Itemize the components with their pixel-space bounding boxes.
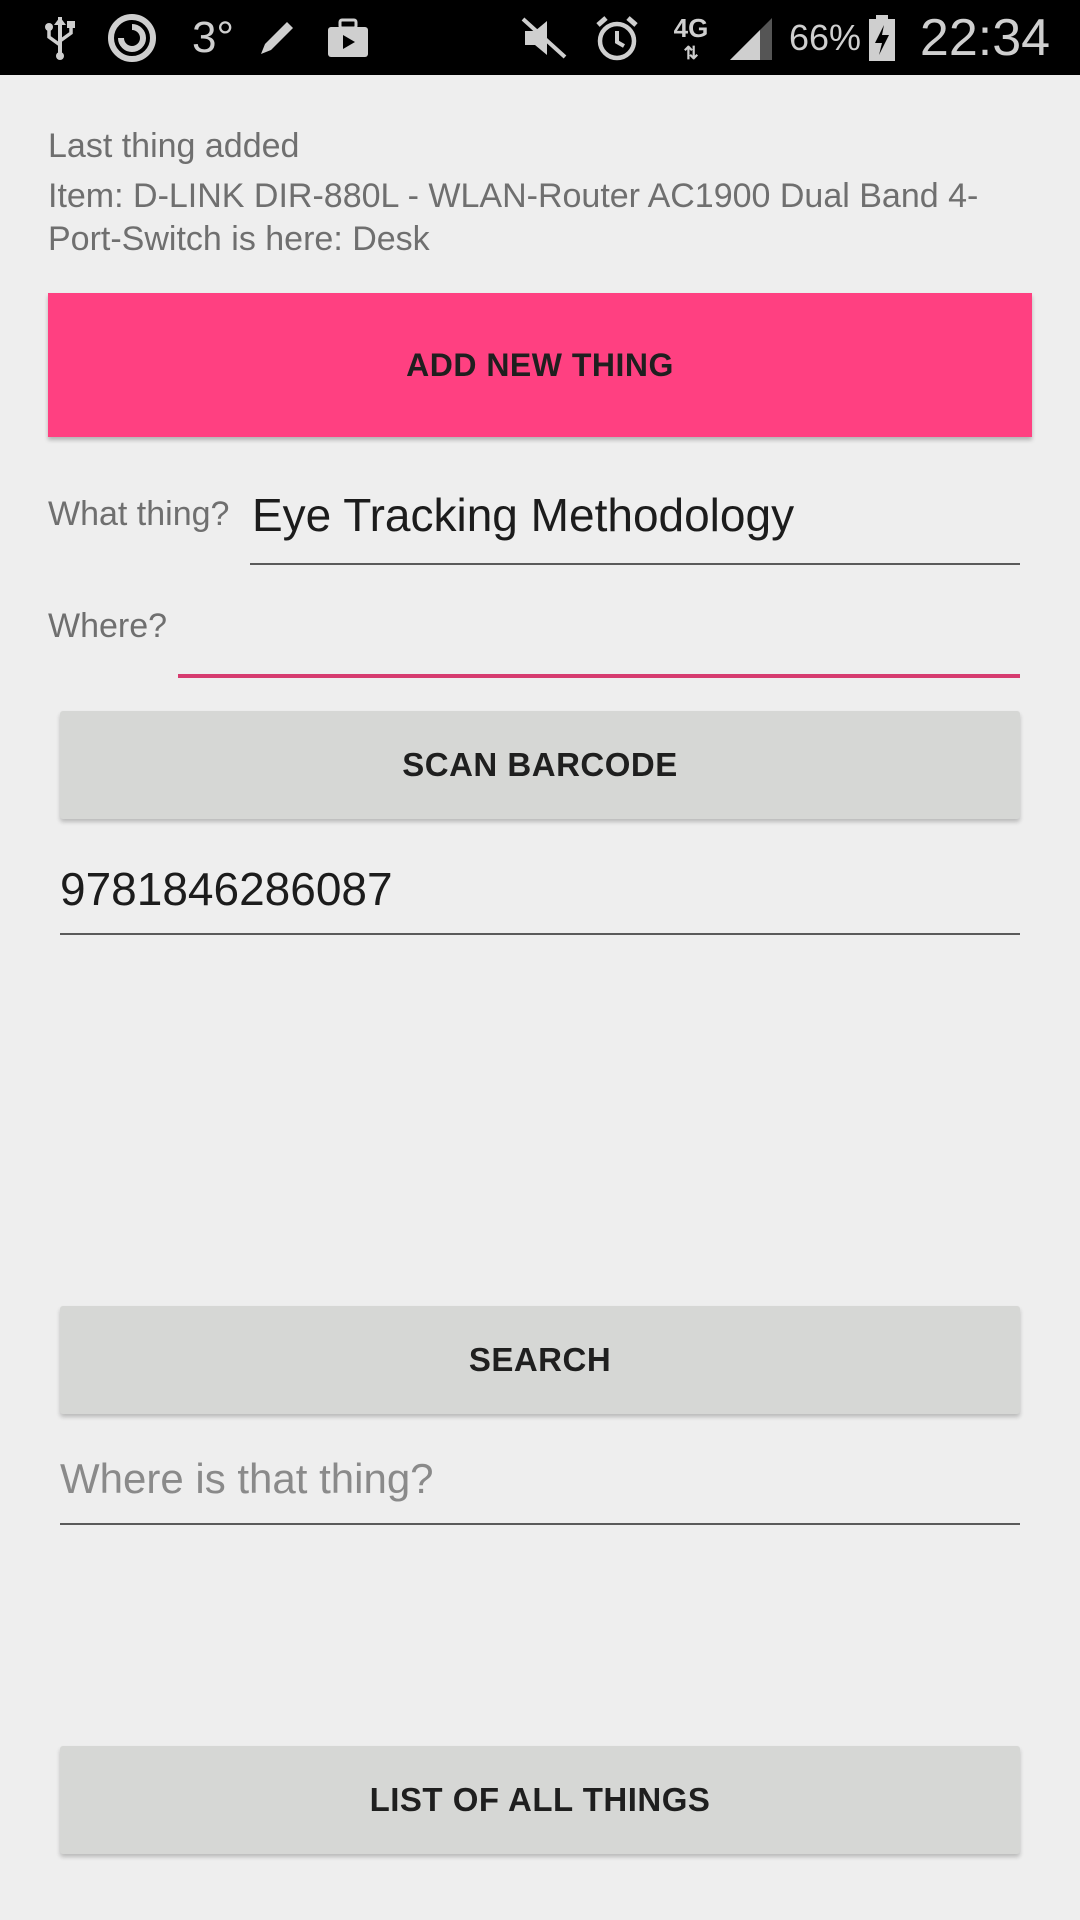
what-thing-input[interactable]: Eye Tracking Methodology (250, 467, 1020, 565)
last-added-heading: Last thing added (48, 127, 300, 165)
status-bar: 3° 4G ⇅ 66% 22:34 (0, 0, 1080, 75)
swirl-icon (106, 0, 158, 75)
network-type-label: 4G ⇅ (668, 0, 714, 75)
scan-barcode-button[interactable]: SCAN BARCODE (60, 711, 1020, 819)
network-type-text: 4G (673, 13, 709, 43)
barcode-input[interactable]: 9781846286087 (60, 845, 1020, 935)
temperature-label: 3° (191, 12, 235, 62)
pencil-icon (252, 0, 302, 75)
clock-label: 22:34 (919, 8, 1051, 67)
alarm-icon (590, 0, 644, 75)
battery-percent-label: 66% (788, 16, 862, 58)
add-new-thing-button[interactable]: ADD NEW THING (48, 293, 1032, 437)
where-label: Where? (48, 607, 168, 645)
briefcase-icon (322, 0, 374, 75)
where-is-that-thing-input[interactable]: Where is that thing? (60, 1435, 1020, 1525)
mute-icon (516, 0, 572, 75)
last-added-detail: Item: D-LINK DIR-880L - WLAN-Router AC19… (48, 177, 979, 258)
main-content: Last thing added Item: D-LINK DIR-880L -… (0, 75, 1080, 1920)
search-button[interactable]: SEARCH (60, 1306, 1020, 1414)
where-input[interactable] (178, 590, 1020, 678)
usb-icon (38, 0, 82, 75)
data-arrows-icon: ⇅ (683, 43, 699, 63)
list-all-things-button[interactable]: LIST OF ALL THINGS (60, 1746, 1020, 1854)
what-thing-label: What thing? (48, 495, 230, 533)
signal-icon (724, 0, 776, 75)
battery-charging-icon (864, 0, 900, 75)
